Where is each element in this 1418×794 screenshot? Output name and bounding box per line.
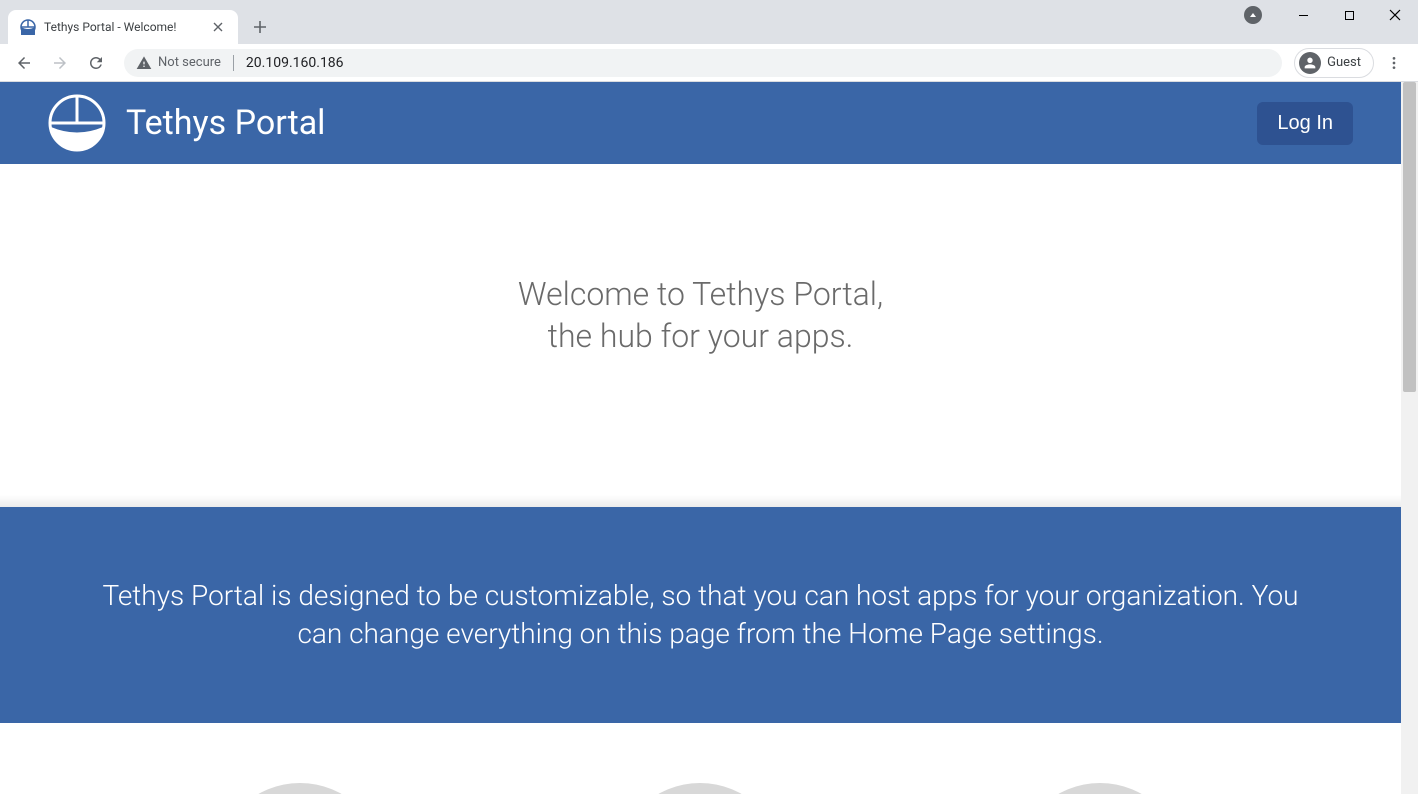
incognito-indicator-icon[interactable] bbox=[1234, 0, 1280, 30]
tethys-logo-icon bbox=[48, 94, 106, 152]
hero-line-1: Welcome to Tethys Portal, bbox=[518, 275, 883, 313]
close-window-button[interactable] bbox=[1372, 0, 1418, 30]
maximize-button[interactable] bbox=[1326, 0, 1372, 30]
feature-circle-icon bbox=[615, 783, 785, 794]
tab-title: Tethys Portal - Welcome! bbox=[44, 20, 202, 34]
scrollbar[interactable] bbox=[1401, 82, 1418, 794]
warning-icon bbox=[136, 55, 152, 71]
url-text: 20.109.160.186 bbox=[233, 55, 344, 71]
titlebar: Tethys Portal - Welcome! bbox=[0, 0, 1418, 44]
minimize-button[interactable] bbox=[1280, 0, 1326, 30]
viewport: Tethys Portal Log In Welcome to Tethys P… bbox=[0, 82, 1418, 794]
feature-circle-icon bbox=[215, 783, 385, 794]
hero-line-2: the hub for your apps. bbox=[548, 317, 854, 355]
portal-brand[interactable]: Tethys Portal bbox=[48, 94, 325, 152]
hero-heading: Welcome to Tethys Portal, the hub for yo… bbox=[40, 274, 1361, 357]
portal-header: Tethys Portal Log In bbox=[0, 82, 1401, 164]
browser-menu-button[interactable] bbox=[1378, 47, 1410, 79]
reload-button[interactable] bbox=[80, 47, 112, 79]
scrollbar-thumb[interactable] bbox=[1403, 82, 1416, 392]
back-button[interactable] bbox=[8, 47, 40, 79]
page-content: Tethys Portal Log In Welcome to Tethys P… bbox=[0, 82, 1401, 794]
window-controls bbox=[1234, 0, 1418, 30]
feature-circle-icon bbox=[1015, 783, 1185, 794]
description-text: Tethys Portal is designed to be customiz… bbox=[80, 577, 1321, 653]
browser-tab[interactable]: Tethys Portal - Welcome! bbox=[8, 10, 238, 44]
avatar-icon bbox=[1299, 52, 1321, 74]
security-label: Not secure bbox=[158, 55, 221, 70]
login-button[interactable]: Log In bbox=[1257, 102, 1353, 145]
url-bar[interactable]: Not secure 20.109.160.186 bbox=[124, 49, 1282, 77]
tab-close-icon[interactable] bbox=[210, 19, 226, 35]
forward-button[interactable] bbox=[44, 47, 76, 79]
hero-section: Welcome to Tethys Portal, the hub for yo… bbox=[0, 164, 1401, 507]
security-indicator[interactable]: Not secure bbox=[136, 55, 221, 71]
new-tab-button[interactable] bbox=[246, 13, 274, 41]
profile-label: Guest bbox=[1327, 55, 1361, 70]
address-bar: Not secure 20.109.160.186 Guest bbox=[0, 44, 1418, 82]
tab-favicon-icon bbox=[20, 19, 36, 35]
profile-button[interactable]: Guest bbox=[1294, 48, 1374, 78]
portal-title: Tethys Portal bbox=[126, 103, 325, 143]
features-section bbox=[0, 723, 1401, 794]
description-band: Tethys Portal is designed to be customiz… bbox=[0, 507, 1401, 723]
browser-window: Tethys Portal - Welcome! bbox=[0, 0, 1418, 794]
